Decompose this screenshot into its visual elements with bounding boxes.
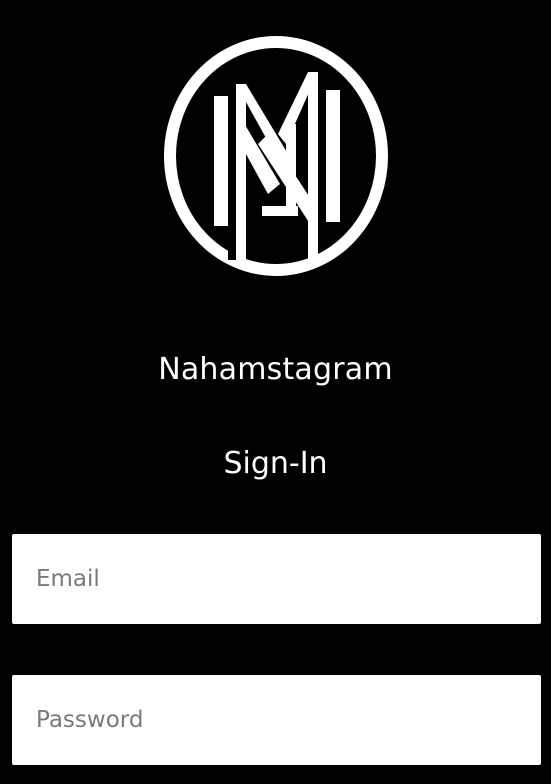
nm-monogram-logo-icon — [162, 34, 390, 278]
email-field[interactable] — [12, 534, 541, 624]
password-field[interactable] — [12, 675, 541, 765]
sign-in-screen: Nahamstagram Sign-In — [0, 0, 551, 784]
page-title: Sign-In — [223, 446, 328, 481]
app-name: Nahamstagram — [158, 352, 393, 387]
